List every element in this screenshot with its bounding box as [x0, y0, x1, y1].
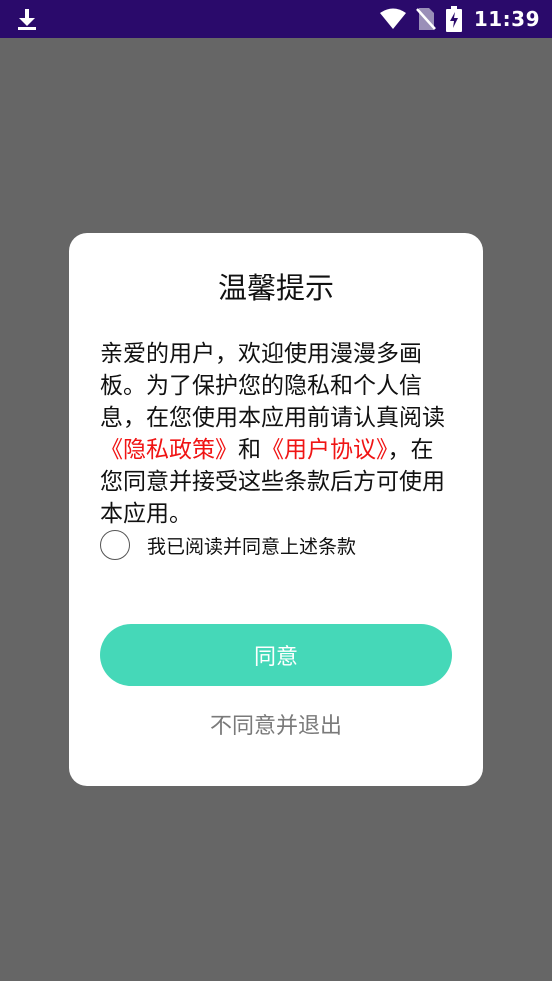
status-icons: 11:39	[379, 0, 540, 38]
message-intro: 亲爱的用户，欢迎使用漫漫多画板。为了保护您的隐私和个人信息，在您使用本应用前请认…	[100, 341, 445, 431]
dialog-title: 温馨提示	[217, 271, 334, 305]
decline-exit-button[interactable]: 不同意并退出	[69, 708, 483, 740]
consent-checkbox-row[interactable]: 我已阅读并同意上述条款	[100, 530, 356, 560]
status-time: 11:39	[473, 7, 540, 31]
consent-radio[interactable]	[100, 530, 130, 560]
battery-charging-icon	[445, 6, 462, 32]
status-bar: 11:39	[0, 0, 552, 38]
download-icon	[18, 9, 36, 30]
wifi-icon	[379, 8, 406, 29]
no-sim-icon	[415, 8, 436, 30]
consent-label[interactable]: 我已阅读并同意上述条款	[147, 532, 356, 559]
privacy-policy-link[interactable]: 《隐私政策》	[100, 437, 238, 463]
user-agreement-link[interactable]: 《用户协议》	[261, 437, 388, 463]
screen: 11:39 温馨提示 亲爱的用户，欢迎使用漫漫多画板。为了保护您的隐私和个人信息…	[0, 0, 552, 981]
agree-button[interactable]: 同意	[100, 624, 452, 686]
dialog-message: 亲爱的用户，欢迎使用漫漫多画板。为了保护您的隐私和个人信息，在您使用本应用前请认…	[100, 338, 450, 530]
message-and: 和	[238, 437, 261, 463]
